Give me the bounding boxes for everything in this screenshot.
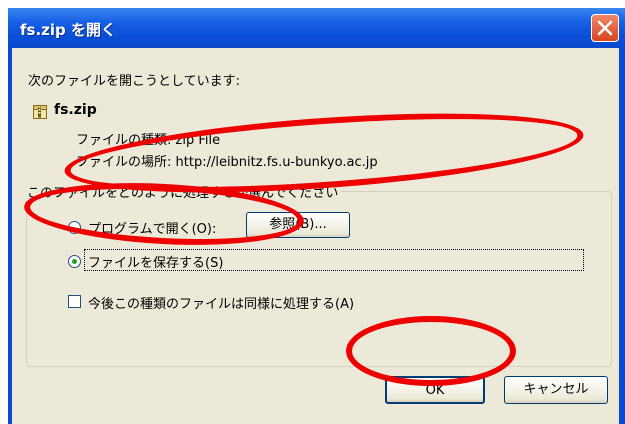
cancel-button[interactable]: キャンセル (504, 376, 608, 404)
close-icon (597, 20, 613, 36)
save-file-label[interactable]: ファイルを保存する(S) (88, 252, 223, 271)
window-title: fs.zip を開く (20, 21, 116, 39)
remember-checkbox[interactable] (68, 295, 81, 308)
close-button[interactable] (591, 14, 619, 42)
file-name: fs.zip (54, 102, 97, 118)
title-bar[interactable]: fs.zip を開く (8, 8, 625, 48)
annotation-ellipse-ok (346, 316, 516, 386)
remember-label[interactable]: 今後この種類のファイルは同様に処理する(A) (88, 293, 354, 312)
zip-file-icon (33, 105, 47, 119)
cancel-button-label: キャンセル (523, 382, 589, 397)
prompt-text: 次のファイルを開こうとしています: (28, 74, 240, 89)
save-file-radio[interactable] (68, 255, 81, 268)
